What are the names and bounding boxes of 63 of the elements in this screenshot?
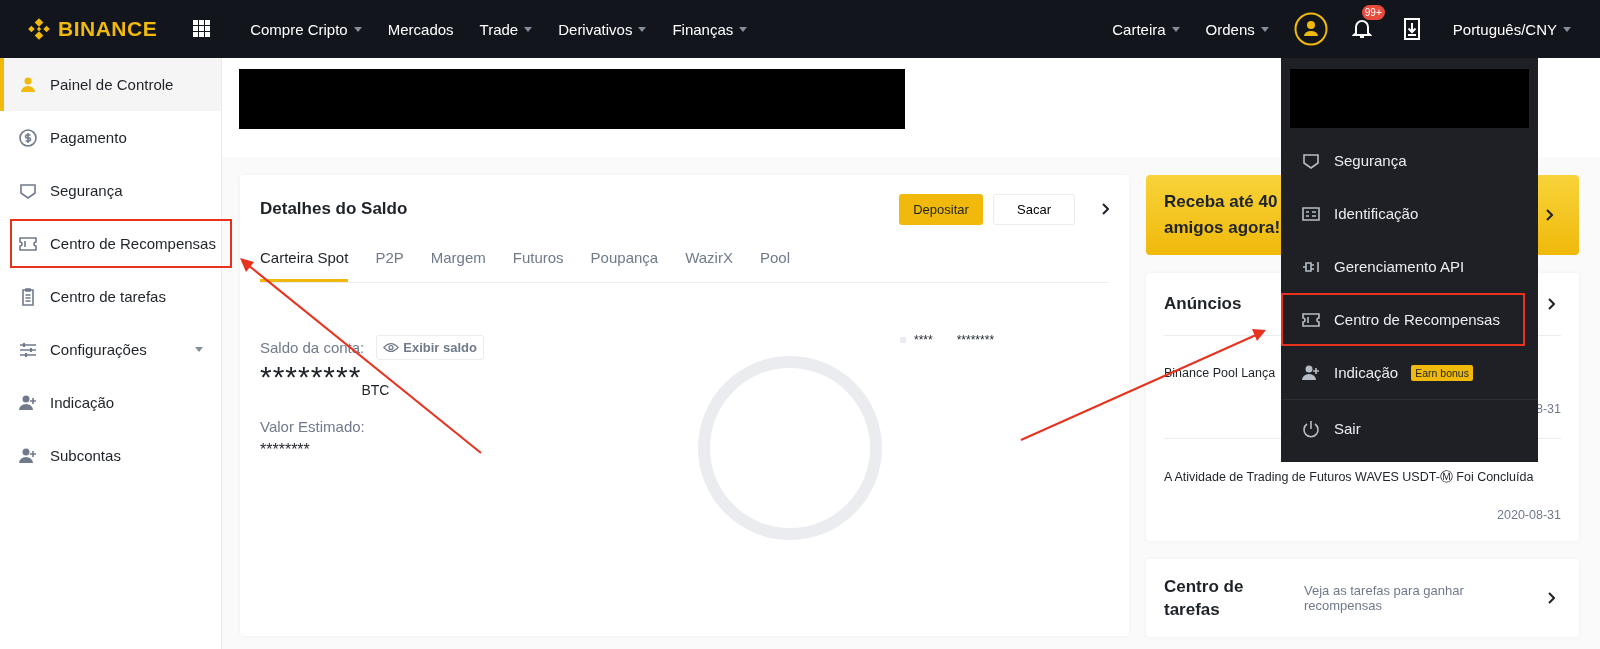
nav-link[interactable]: Derivativos <box>545 20 660 38</box>
sidebar-item[interactable]: Subcontas <box>0 429 221 482</box>
show-balance-button[interactable]: Exibir saldo <box>376 335 484 360</box>
tasks-card[interactable]: Centro de tarefas Veja as tarefas para ganhar recompensas <box>1146 559 1579 637</box>
sidebar-item[interactable]: Configurações <box>0 323 221 376</box>
chevron-right-icon[interactable] <box>1101 203 1109 215</box>
dollar-icon <box>18 127 38 148</box>
nav-link[interactable]: Mercados <box>374 20 467 38</box>
tasks-description: Veja as tarefas para ganhar recompensas <box>1304 583 1465 613</box>
estimated-value: ******** <box>260 441 311 459</box>
sidebar-item[interactable]: Centro de Recompensas <box>8 217 234 270</box>
wallet-tab[interactable]: Pool <box>759 243 790 282</box>
notification-count: 99+ <box>1361 5 1385 20</box>
announcement-date: 2020-08-31 <box>1497 508 1561 522</box>
wallet-tab[interactable]: Carteira Spot <box>260 243 349 282</box>
notification-bell-icon[interactable] <box>1351 17 1372 39</box>
eye-icon <box>383 342 400 353</box>
estimated-value-label: Valor Estimado: <box>260 418 366 435</box>
sidebar-item[interactable]: Pagamento <box>0 111 221 164</box>
diamond-logo-icon <box>26 16 52 42</box>
menu-item[interactable]: Centro de Recompensas <box>1281 293 1525 346</box>
menu-item[interactable]: Gerenciamento API <box>1281 240 1538 293</box>
deposit-button[interactable]: Depositar <box>899 193 983 225</box>
menu-item[interactable]: Sair <box>1281 399 1538 457</box>
account-balance-value: ******** <box>260 362 362 392</box>
user-avatar-icon[interactable] <box>1293 12 1328 46</box>
nav-link[interactable]: Compre Cripto <box>237 20 375 38</box>
language-selector[interactable]: Português/CNY <box>1439 20 1584 38</box>
wallet-tab[interactable]: Margem <box>430 243 486 282</box>
wallet-tab[interactable]: WazirX <box>685 243 733 282</box>
legend-label: **** <box>914 333 933 347</box>
nav-link[interactable]: Carteira <box>1099 20 1193 38</box>
wallet-tab[interactable]: Poupança <box>590 243 659 282</box>
nav-link[interactable]: Finanças <box>659 20 761 38</box>
promo-text: amigos agora! <box>1164 217 1281 239</box>
card-title: Anúncios <box>1164 294 1242 314</box>
card-title: Centro de tarefas <box>1164 576 1245 621</box>
chevron-right-icon[interactable] <box>1547 298 1555 310</box>
wallet-tab[interactable]: Futuros <box>512 243 564 282</box>
sidebar-item[interactable]: Centro de tarefas <box>0 270 221 323</box>
power-icon <box>1301 418 1321 439</box>
logo-text: BINANCE <box>58 17 158 41</box>
sidebar-item[interactable]: Segurança <box>0 164 221 217</box>
earn-bonus-badge: Earn bonus <box>1411 364 1473 381</box>
nav-link[interactable]: Trade <box>466 20 546 38</box>
logo[interactable]: BINANCE <box>26 16 158 42</box>
sidebar-item[interactable]: Painel de Controle <box>0 58 221 111</box>
legend-value: ******** <box>956 333 995 347</box>
promo-text: Receba até 40 <box>1164 191 1279 213</box>
currency-unit: BTC <box>361 382 390 398</box>
chevron-right-icon[interactable] <box>1545 209 1553 221</box>
announcement-link[interactable]: A Atividade de Trading de Futuros WAVES USDT-Ⓜ Foi Concluída <box>1164 469 1561 486</box>
apps-grid-icon[interactable] <box>193 20 212 38</box>
card-title: Detalhes do Saldo <box>260 199 408 219</box>
sidebar-item[interactable]: Indicação <box>0 376 221 429</box>
download-icon[interactable] <box>1403 18 1420 40</box>
menu-item[interactable]: Identificação <box>1281 187 1538 240</box>
menu-item[interactable]: Indicação Earn bonus <box>1281 346 1538 399</box>
menu-item[interactable]: Segurança <box>1281 134 1538 187</box>
withdraw-button[interactable]: Sacar <box>993 193 1075 225</box>
chevron-right-icon[interactable] <box>1547 592 1555 604</box>
wallet-tab[interactable]: P2P <box>375 243 404 282</box>
nav-link[interactable]: Ordens <box>1192 20 1282 38</box>
